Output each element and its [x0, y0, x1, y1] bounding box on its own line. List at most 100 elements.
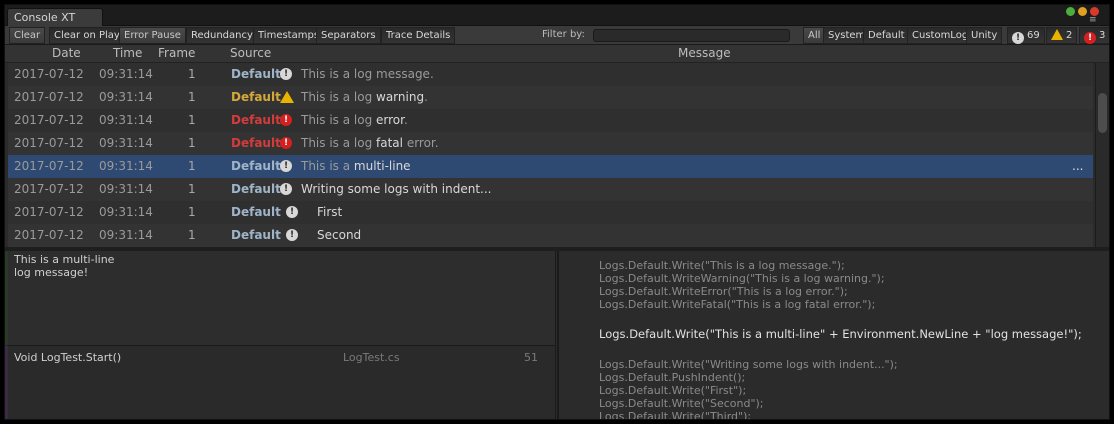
log-date: 2017-07-12: [14, 136, 84, 150]
error-pause-toggle[interactable]: Error Pause: [119, 27, 186, 44]
log-source: Default: [231, 67, 281, 81]
message-text: This is a log: [301, 90, 377, 104]
warning-count: 2: [1066, 30, 1073, 41]
info-icon: !: [1012, 32, 1024, 44]
log-message: This is a log error.: [301, 109, 408, 132]
log-list: 2017-07-12 09:31:14 1 Default! This is a log…: [5, 63, 1093, 247]
console-window: Console XT ≡ Clear Clear on Play Error P…: [4, 4, 1110, 420]
channel-unity[interactable]: Unity: [966, 27, 1003, 44]
log-row[interactable]: 2017-07-12 09:31:14 1 Default! Second: [8, 224, 1093, 247]
source-line: Logs.Default.WriteWarning("This is a log…: [599, 272, 885, 285]
redundancy-toggle[interactable]: Redundancy: [186, 27, 258, 44]
col-date[interactable]: Date: [52, 46, 81, 60]
title-tab-bar: Console XT ≡: [5, 5, 1109, 27]
message-highlight: multi-line: [353, 159, 411, 173]
message-text: This is a log message.: [301, 67, 434, 81]
log-message: This is a multi-line: [301, 155, 411, 178]
log-source: Default: [231, 136, 281, 150]
col-source[interactable]: Source: [230, 46, 271, 60]
log-frame: 1: [188, 113, 196, 127]
info-count: 69: [1027, 30, 1040, 41]
log-frame: 1: [188, 67, 196, 81]
log-message: This is a log message.: [301, 63, 434, 86]
clear-on-play-toggle[interactable]: Clear on Play: [49, 27, 125, 44]
error-icon: !: [1084, 32, 1096, 44]
channel-customlog[interactable]: CustomLog: [907, 27, 974, 44]
stack-line: 51: [524, 351, 538, 364]
log-source: Default: [231, 159, 281, 173]
info-icon: !: [280, 160, 292, 172]
message-highlight: First: [317, 205, 343, 219]
error-icon: !: [280, 137, 292, 149]
message-text: This is a log: [301, 113, 377, 127]
log-time: 09:31:14: [99, 113, 153, 127]
log-message: This is a log fatal error.: [301, 132, 439, 155]
minimize-button[interactable]: [1066, 7, 1075, 16]
stack-file[interactable]: LogTest.cs: [343, 351, 400, 364]
log-message: First: [317, 201, 342, 224]
source-line: Logs.Default.Write("Writing some logs wi…: [599, 358, 898, 371]
message-text: error.: [403, 136, 439, 150]
log-scrollbar[interactable]: [1095, 63, 1109, 247]
log-row[interactable]: 2017-07-12 09:31:14 1 Default! This is a mul…: [8, 155, 1093, 178]
log-row[interactable]: 2017-07-12 09:31:14 1 Default! This is a log…: [8, 63, 1093, 86]
log-frame: 1: [188, 136, 196, 150]
menu-icon[interactable]: ≡: [1089, 16, 1101, 25]
maximize-button[interactable]: [1078, 7, 1087, 16]
message-highlight: fatal: [376, 136, 403, 150]
log-time: 09:31:14: [99, 205, 153, 219]
separators-toggle[interactable]: Separators: [316, 27, 381, 44]
log-date: 2017-07-12: [14, 228, 84, 242]
col-time[interactable]: Time: [113, 46, 142, 60]
log-date: 2017-07-12: [14, 182, 84, 196]
log-date: 2017-07-12: [14, 113, 84, 127]
error-count-toggle[interactable]: ! 3: [1079, 27, 1109, 44]
filter-input[interactable]: [593, 29, 790, 42]
source-line: Logs.Default.Write("First");: [599, 384, 747, 397]
message-detail-panel: This is a multi-line log message!: [5, 251, 556, 345]
source-line: Logs.Default.Write("Second");: [599, 397, 764, 410]
source-line: Logs.Default.Write("This is a multi-line…: [599, 327, 1082, 341]
timestamps-toggle[interactable]: Timestamps: [253, 27, 325, 44]
message-text: .: [403, 113, 408, 127]
message-text: This is a log: [301, 136, 377, 150]
info-count-toggle[interactable]: ! 69: [1007, 27, 1045, 44]
log-message: Writing some logs with indent...: [301, 178, 491, 201]
log-frame: 1: [188, 182, 196, 196]
message-highlight: Writing some logs with indent...: [301, 182, 492, 196]
log-time: 09:31:14: [99, 159, 153, 173]
info-icon: !: [280, 183, 292, 195]
warning-count-toggle[interactable]: 2: [1046, 27, 1078, 44]
stack-trace-panel: Void LogTest.Start() LogTest.cs 51: [5, 345, 556, 419]
log-date: 2017-07-12: [14, 67, 84, 81]
col-message[interactable]: Message: [678, 46, 731, 60]
toolbar: Clear Clear on Play Error Pause Redundan…: [5, 26, 1109, 45]
stack-method[interactable]: Void LogTest.Start(): [14, 351, 121, 364]
log-row[interactable]: 2017-07-12 09:31:14 1 Default This is a log …: [8, 86, 1093, 109]
log-date: 2017-07-12: [14, 159, 84, 173]
log-frame: 1: [188, 159, 196, 173]
error-icon: !: [280, 114, 292, 126]
log-frame: 1: [188, 228, 196, 242]
log-row[interactable]: 2017-07-12 09:31:14 1 Default! First: [8, 201, 1093, 224]
log-time: 09:31:14: [99, 90, 153, 104]
col-frame[interactable]: Frame: [158, 46, 195, 60]
log-row[interactable]: 2017-07-12 09:31:14 1 Default! Writing some …: [8, 178, 1093, 201]
log-row[interactable]: 2017-07-12 09:31:14 1 Default! This is a log…: [8, 109, 1093, 132]
log-row[interactable]: 2017-07-12 09:31:14 1 Default! This is a log…: [8, 132, 1093, 155]
message-highlight: error: [376, 113, 404, 127]
log-time: 09:31:14: [99, 182, 153, 196]
channel-default[interactable]: Default: [863, 27, 910, 44]
clear-button[interactable]: Clear: [9, 27, 46, 44]
filter-label: Filter by:: [542, 29, 585, 40]
info-icon: !: [286, 206, 298, 218]
source-line: Logs.Default.PushIndent();: [599, 371, 746, 384]
scroll-thumb[interactable]: [1098, 93, 1107, 133]
info-icon: !: [280, 68, 292, 80]
column-header: Date Time Frame Source Message: [5, 45, 1109, 63]
console-tab[interactable]: Console XT: [7, 8, 103, 27]
warning-icon: [1051, 29, 1063, 40]
message-highlight: warning: [376, 90, 425, 104]
log-frame: 1: [188, 90, 196, 104]
trace-details-toggle[interactable]: Trace Details: [381, 27, 456, 44]
